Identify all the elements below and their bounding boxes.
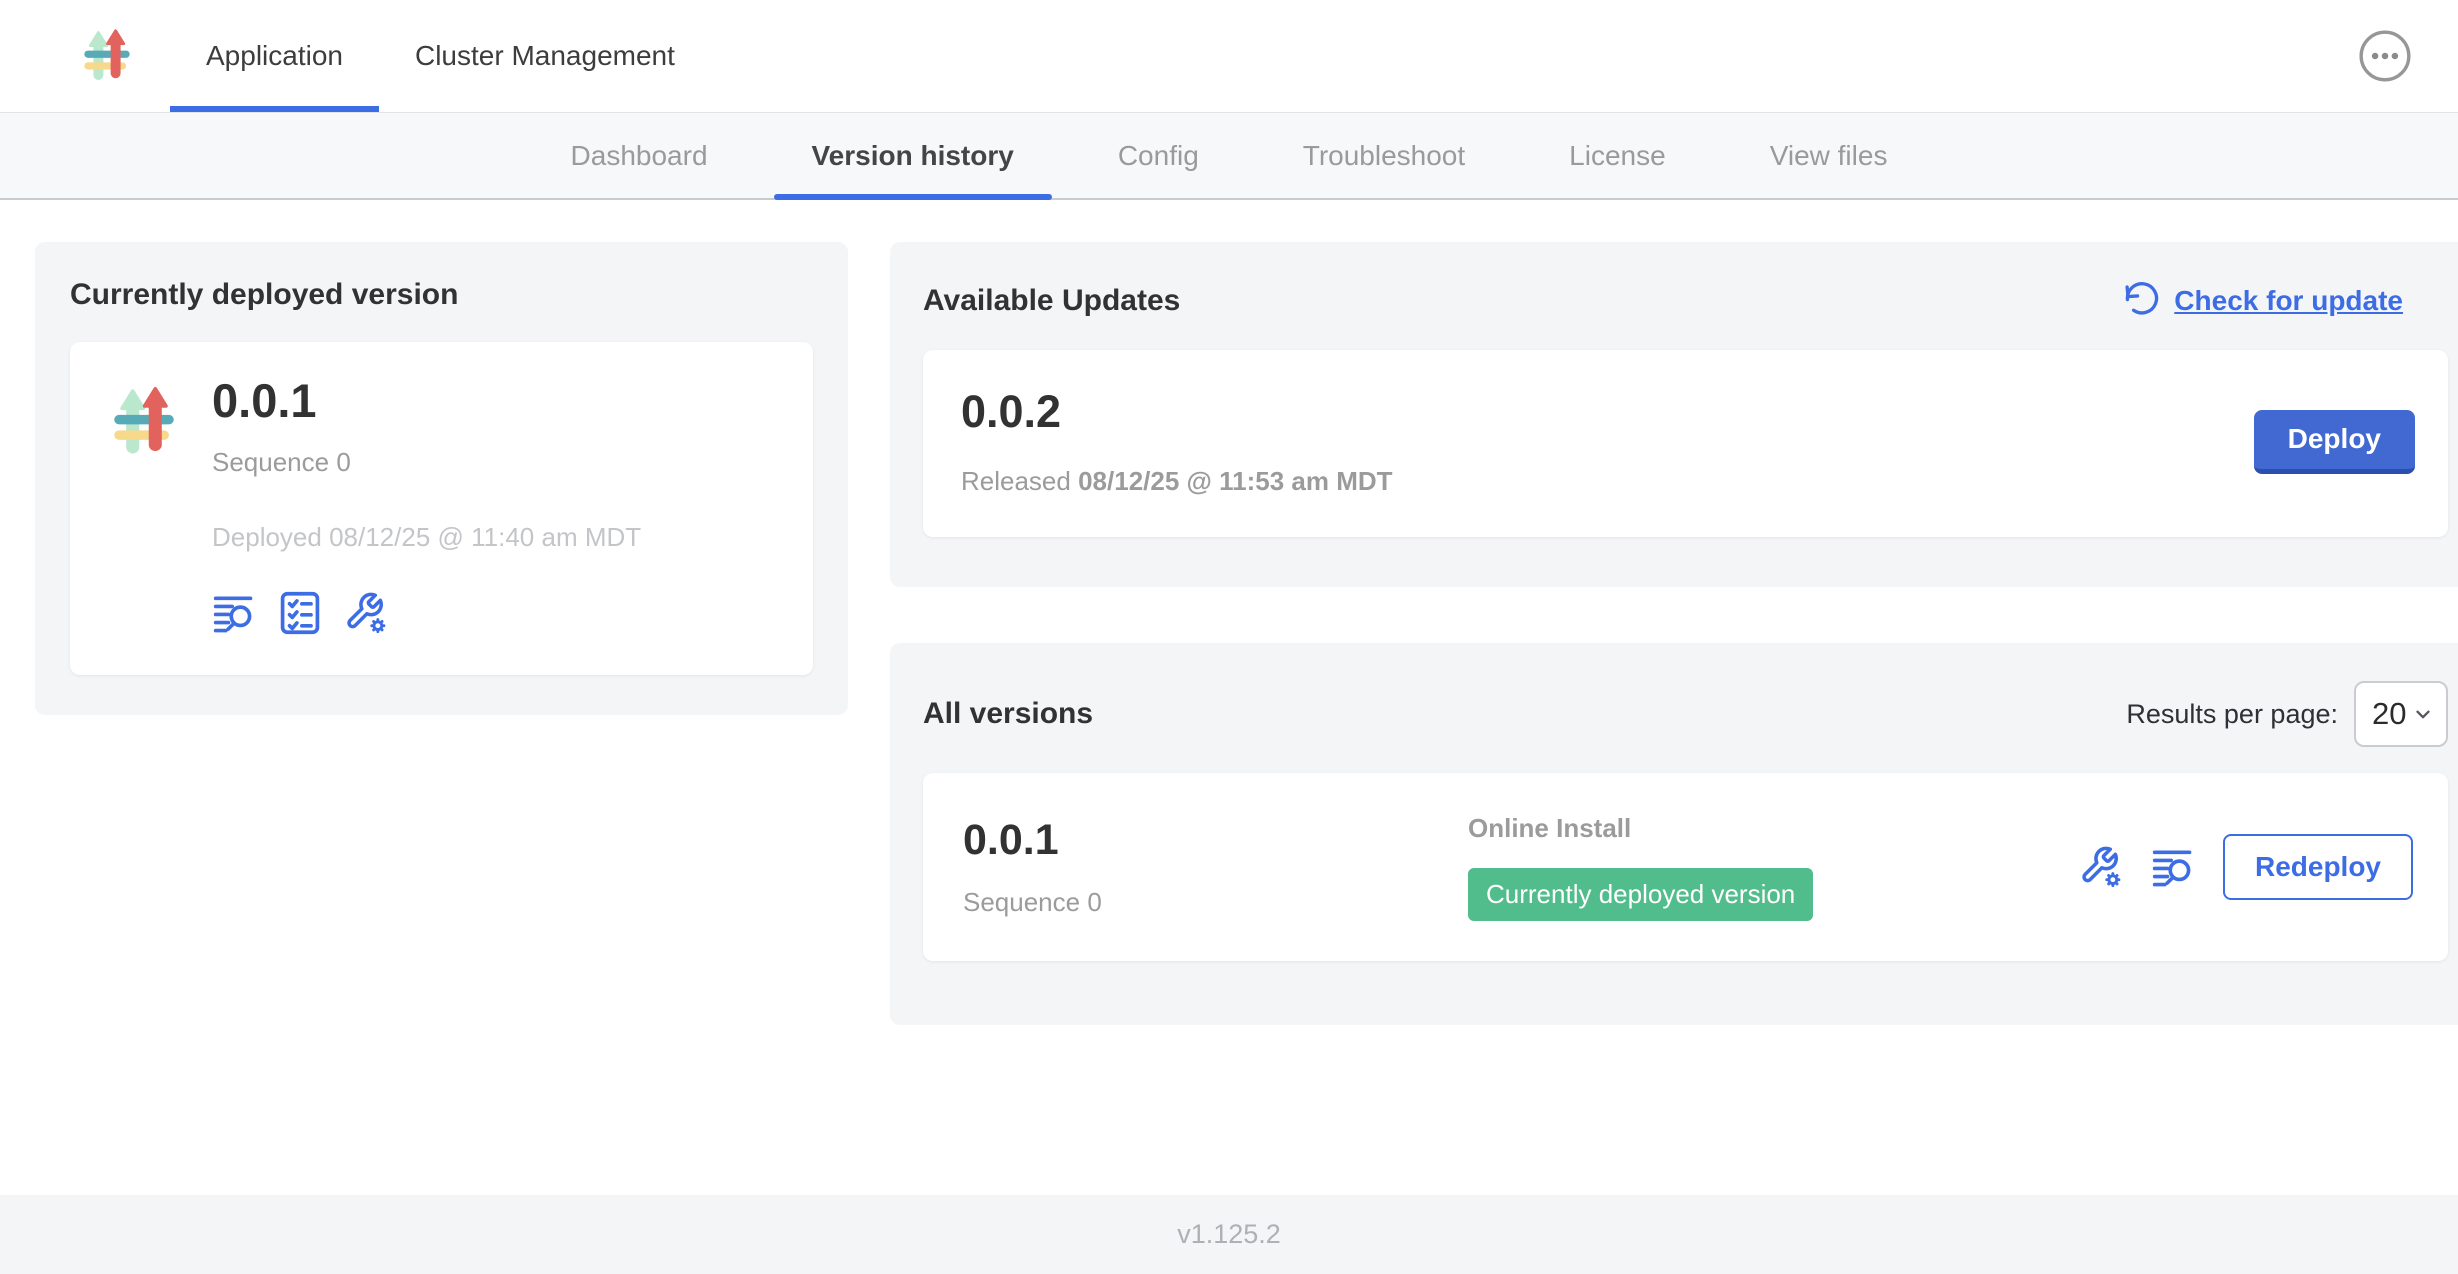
- deployed-timestamp: Deployed 08/12/25 @ 11:40 am MDT: [212, 522, 641, 553]
- results-per-page-select[interactable]: 20: [2354, 681, 2448, 747]
- currently-deployed-title: Currently deployed version: [70, 278, 813, 312]
- preflight-checks-icon[interactable]: [278, 591, 322, 635]
- edit-config-icon[interactable]: [344, 591, 388, 635]
- console-version: v1.125.2: [1177, 1219, 1281, 1250]
- top-navbar: Application Cluster Management: [0, 0, 2458, 113]
- version-row: 0.0.1 Sequence 0 Online Install Currentl…: [923, 773, 2448, 961]
- app-logo-icon: [78, 0, 136, 112]
- ellipsis-menu-icon: [2358, 29, 2412, 83]
- subnav-tab-troubleshoot[interactable]: Troubleshoot: [1265, 113, 1503, 198]
- deployed-version-actions: [212, 591, 641, 635]
- chevron-down-icon: [2412, 703, 2434, 725]
- row-install-type: Online Install: [1468, 813, 1631, 844]
- subnav-tab-license[interactable]: License: [1531, 113, 1704, 198]
- tab-cluster-management[interactable]: Cluster Management: [379, 0, 711, 112]
- edit-config-icon[interactable]: [2079, 845, 2123, 889]
- view-diff-icon[interactable]: [212, 591, 256, 635]
- update-version-number: 0.0.2: [961, 386, 1393, 438]
- overflow-menu-button[interactable]: [2358, 29, 2412, 83]
- subnav-tab-dashboard[interactable]: Dashboard: [533, 113, 746, 198]
- available-updates-title: Available Updates: [923, 284, 1180, 318]
- deployed-version-number: 0.0.1: [212, 376, 641, 425]
- all-versions-title: All versions: [923, 697, 1093, 731]
- row-actions: Redeploy: [2079, 834, 2415, 900]
- right-column: Available Updates Check for update 0.0.2…: [890, 242, 2458, 1025]
- check-for-update-link[interactable]: Check for update: [2123, 282, 2403, 320]
- results-per-page-label: Results per page:: [2126, 699, 2338, 730]
- version-history-page: Currently deployed version 0.0.1 Sequenc…: [0, 200, 2458, 1195]
- row-version-number: 0.0.1: [963, 816, 1468, 865]
- subnav-tab-view-files[interactable]: View files: [1732, 113, 1926, 198]
- currently-deployed-card: Currently deployed version 0.0.1 Sequenc…: [35, 242, 848, 715]
- subnav-tab-version-history[interactable]: Version history: [774, 113, 1052, 198]
- top-nav-tabs: Application Cluster Management: [170, 0, 711, 112]
- row-sequence-label: Sequence 0: [963, 887, 1468, 918]
- deploy-button[interactable]: Deploy: [2254, 410, 2415, 474]
- app-subnav: Dashboard Version history Config Trouble…: [0, 113, 2458, 200]
- all-versions-card: All versions Results per page: 20 0.0.1 …: [890, 643, 2458, 1025]
- refresh-icon: [2123, 282, 2161, 320]
- redeploy-button[interactable]: Redeploy: [2223, 834, 2413, 900]
- currently-deployed-badge: Currently deployed version: [1468, 868, 1813, 921]
- deployed-version-card: 0.0.1 Sequence 0 Deployed 08/12/25 @ 11:…: [70, 342, 813, 675]
- page-footer: v1.125.2: [0, 1195, 2458, 1274]
- app-logo-icon: [106, 378, 182, 466]
- update-released-timestamp: Released 08/12/25 @ 11:53 am MDT: [961, 466, 1393, 497]
- tab-application[interactable]: Application: [170, 0, 379, 112]
- deployed-sequence-label: Sequence 0: [212, 447, 641, 478]
- view-diff-icon[interactable]: [2151, 845, 2195, 889]
- available-updates-card: Available Updates Check for update 0.0.2…: [890, 242, 2458, 587]
- subnav-tab-config[interactable]: Config: [1080, 113, 1237, 198]
- update-row: 0.0.2 Released 08/12/25 @ 11:53 am MDT D…: [923, 350, 2448, 537]
